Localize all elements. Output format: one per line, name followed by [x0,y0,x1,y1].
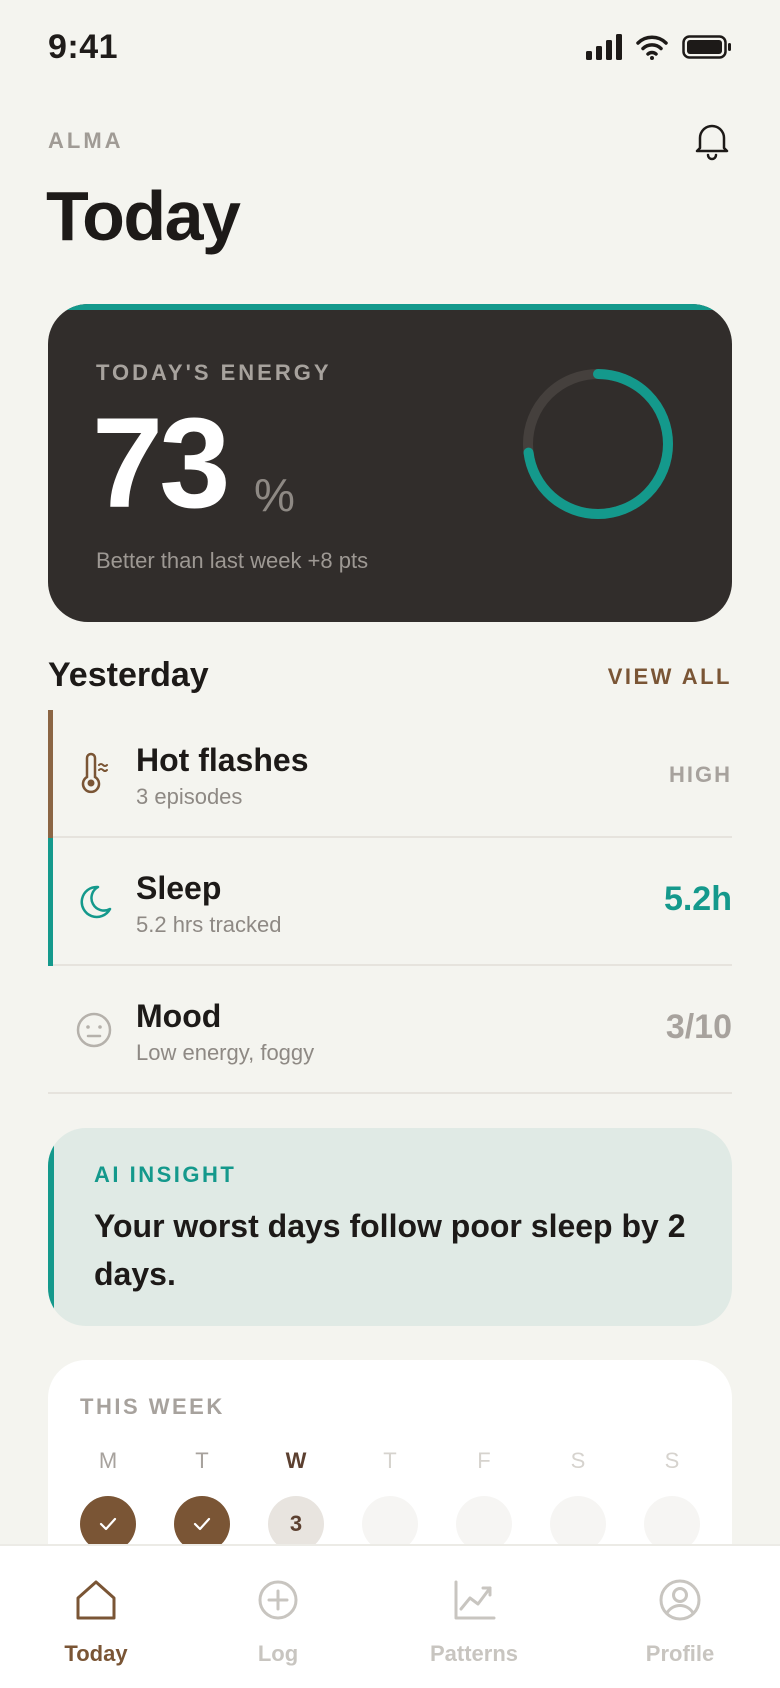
tab-patterns[interactable]: Patterns [394,1546,554,1667]
row-title: Hot flashes [136,742,309,778]
list-item-mood[interactable]: Mood Low energy, foggy 3/10 [48,966,732,1094]
day-wednesday[interactable]: W 3 [266,1448,326,1552]
day-tuesday[interactable]: T [172,1448,232,1552]
energy-subtitle: Better than last week +8 pts [96,548,369,573]
list-item-sleep[interactable]: Sleep 5.2 hrs tracked 5.2h [48,838,732,966]
home-icon [76,1580,116,1620]
tab-log[interactable]: Log [198,1546,358,1667]
tab-label: Profile [645,1641,715,1666]
row-accent [48,838,53,966]
day-letter: W [285,1448,307,1473]
check-icon [193,1517,211,1531]
day-friday[interactable]: F [454,1448,514,1552]
view-all-link[interactable]: VIEW ALL [608,664,732,690]
row-subtitle: 3 episodes [136,784,243,809]
status-time: 9:41 [48,28,119,66]
row-subtitle: 5.2 hrs tracked [136,912,282,937]
tab-bar: Today Log Patterns Profile [0,1544,780,1688]
insight-text: Your worst days follow poor sleep by 2 d… [94,1208,686,1292]
day-letter: S [570,1448,586,1473]
day-thursday[interactable]: T [360,1448,420,1552]
bell-icon [695,124,729,161]
day-letter: S [664,1448,680,1473]
check-icon [99,1517,117,1531]
energy-card[interactable]: TODAY'S ENERGY 73 % Better than last wee… [48,304,732,622]
day-letter: F [477,1448,491,1473]
day-letter: T [383,1448,397,1473]
day-monday[interactable]: M [78,1448,138,1552]
tab-label: Log [257,1641,299,1666]
row-value: 5.2h [663,880,732,918]
row-subtitle: Low energy, foggy [136,1040,315,1065]
day-letter: T [195,1448,209,1473]
energy-value: 73 [92,392,230,535]
insight-accent [48,1128,54,1326]
row-title: Sleep [136,870,222,906]
moon-icon [80,885,112,919]
energy-unit: % [254,469,295,521]
row-title: Mood [136,998,222,1034]
list-item-hot-flashes[interactable]: Hot flashes 3 episodes HIGH [48,710,732,838]
chart-icon [454,1580,496,1620]
yesterday-list: Hot flashes 3 episodes HIGH Sleep 5.2 hr… [48,710,732,1094]
day-sunday[interactable]: S [642,1448,702,1552]
neutral-face-icon [76,1012,112,1048]
battery-icon [682,35,731,59]
tab-profile[interactable]: Profile [600,1546,760,1667]
profile-icon [659,1579,701,1621]
page-title: Today [46,177,241,255]
tab-label: Patterns [429,1641,519,1666]
status-icons [586,34,732,60]
insight-label: AI INSIGHT [94,1162,237,1187]
signal-icon [586,34,622,60]
row-value: HIGH [669,762,732,787]
energy-label: TODAY'S ENERGY [96,360,332,385]
row-accent [48,710,53,838]
tab-label: Today [64,1641,128,1666]
thermometer-icon [81,752,108,794]
section-title-yesterday: Yesterday [48,656,209,694]
notifications-button[interactable] [690,118,734,162]
energy-ring [523,369,673,519]
brand-name: ALMA [48,128,124,153]
plus-circle-icon [258,1580,298,1620]
day-letter: M [98,1448,118,1473]
status-bar: 9:41 [0,0,780,100]
day-saturday[interactable]: S [548,1448,608,1552]
week-label: THIS WEEK [80,1394,225,1419]
row-value: 3/10 [665,1008,732,1046]
energy-card-accent [48,304,732,310]
wifi-icon [636,35,668,60]
tab-today[interactable]: Today [16,1546,176,1667]
ai-insight-card[interactable]: AI INSIGHT Your worst days follow poor s… [48,1128,732,1326]
